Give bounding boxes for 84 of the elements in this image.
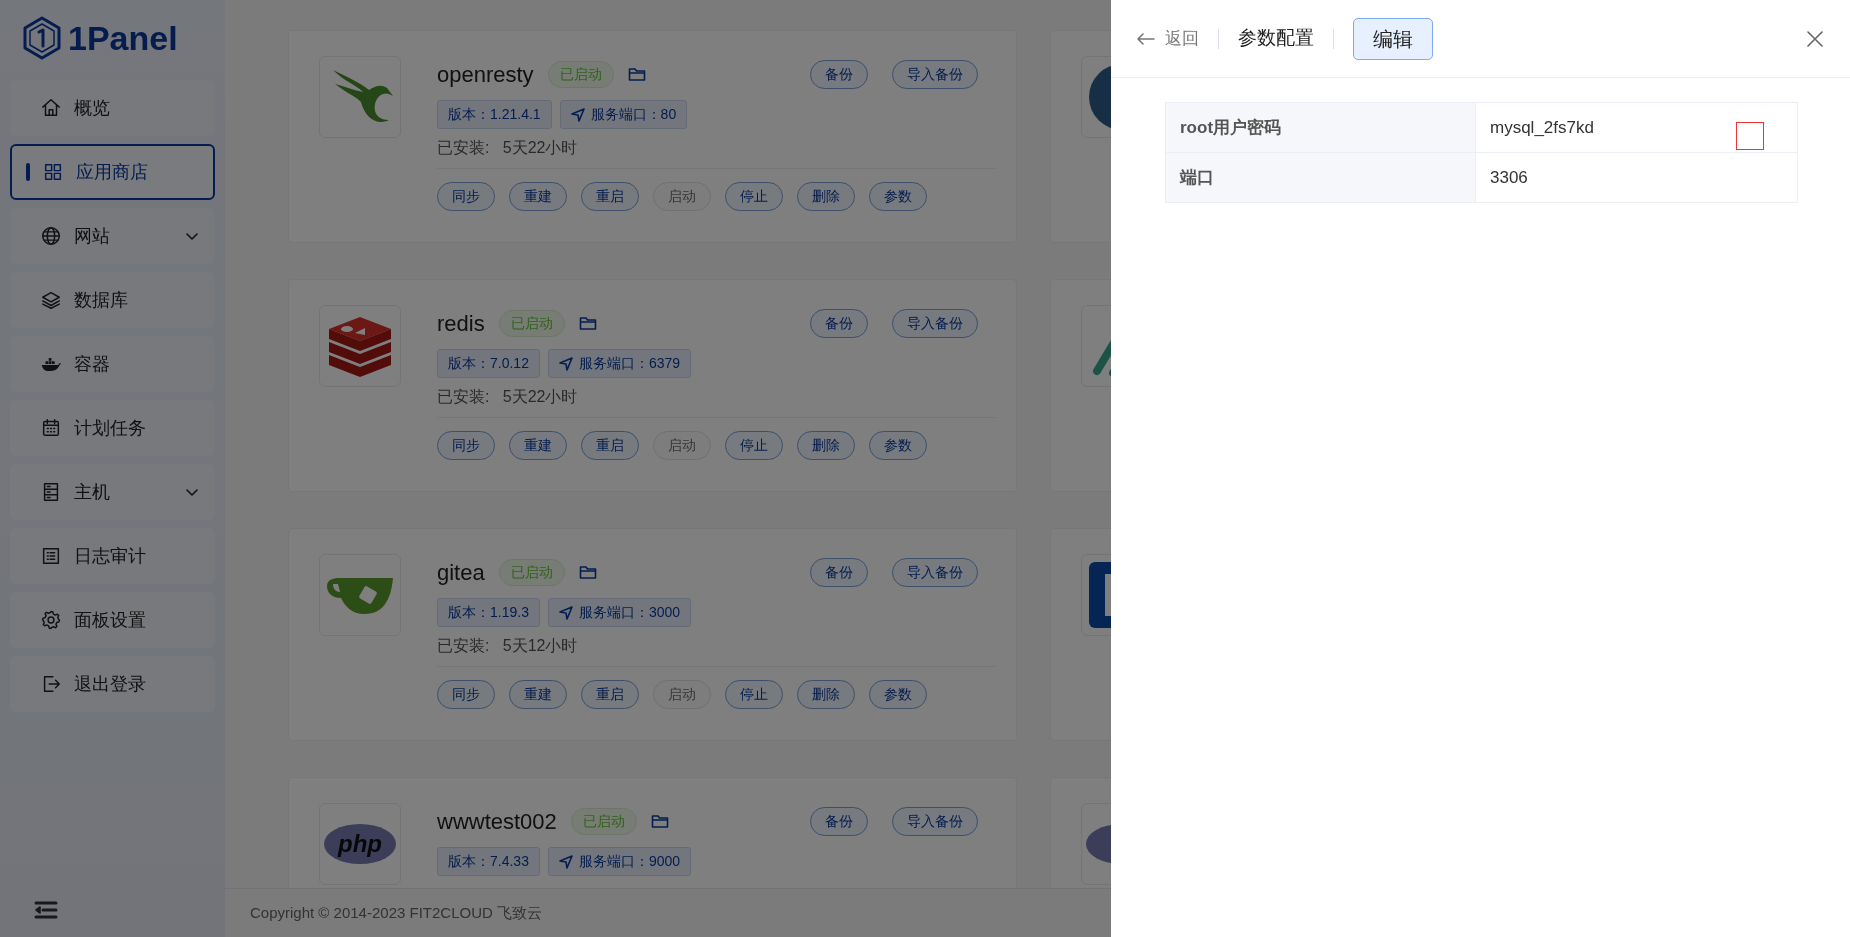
collapse-menu-icon[interactable]	[34, 899, 58, 920]
folder-icon[interactable]	[627, 66, 646, 82]
navigation-arrow-icon	[558, 356, 573, 371]
home-icon	[40, 97, 62, 119]
param-value: 3306	[1475, 152, 1798, 203]
action-button[interactable]: 同步	[437, 680, 495, 709]
port-tag: 服务端口：80	[559, 100, 688, 129]
action-button[interactable]: 参数	[869, 680, 927, 709]
version-tag: 版本：1.21.4.1	[437, 100, 552, 129]
copyright-text: Copyright © 2014-2023 FIT2CLOUD 飞致云	[250, 902, 542, 923]
status-tag: 已启动	[498, 309, 565, 337]
sidebar-item[interactable]: 计划任务	[10, 400, 215, 456]
sidebar-item[interactable]: 容器	[10, 336, 215, 392]
param-value: mysql_2fs7kd	[1475, 102, 1798, 153]
app-name: openresty	[437, 60, 534, 89]
grid-icon	[42, 161, 64, 183]
action-button[interactable]: 备份	[810, 59, 868, 89]
action-button[interactable]: 重启	[581, 680, 639, 709]
calendar-icon	[40, 417, 62, 439]
sidebar-item[interactable]: 应用商店	[10, 144, 215, 200]
action-button[interactable]: 停止	[725, 431, 783, 460]
action-button[interactable]: 重建	[509, 680, 567, 709]
action-button[interactable]: 停止	[725, 680, 783, 709]
action-button[interactable]: 参数	[869, 431, 927, 460]
action-button[interactable]: 重启	[581, 182, 639, 211]
action-button[interactable]: 删除	[797, 182, 855, 211]
sidebar-item[interactable]: 网站	[10, 208, 215, 264]
globe-icon	[40, 225, 62, 247]
drawer-title: 参数配置	[1238, 26, 1314, 51]
action-button[interactable]: 导入备份	[892, 557, 978, 587]
marker-square	[1736, 122, 1764, 150]
arrow-left-icon	[1137, 31, 1155, 46]
action-button[interactable]: 删除	[797, 680, 855, 709]
app-name: gitea	[437, 558, 485, 587]
param-label: root用户密码	[1165, 102, 1476, 153]
installed-duration: 已安装: 5天22小时	[437, 387, 579, 407]
param-label: 端口	[1165, 152, 1476, 203]
action-button[interactable]: 重建	[509, 431, 567, 460]
app-name: redis	[437, 309, 485, 338]
action-button[interactable]: 导入备份	[892, 308, 978, 338]
logo-text: 1Panel	[68, 21, 178, 55]
back-link[interactable]: 返回	[1137, 25, 1199, 52]
action-button[interactable]: 参数	[869, 182, 927, 211]
sidebar-item[interactable]: 主机	[10, 464, 215, 520]
action-button[interactable]: 备份	[810, 806, 868, 836]
action-button[interactable]: 重建	[509, 182, 567, 211]
action-button[interactable]: 导入备份	[892, 806, 978, 836]
action-button[interactable]: 备份	[810, 557, 868, 587]
sidebar-item[interactable]: 数据库	[10, 272, 215, 328]
version-tag: 版本：7.0.12	[437, 349, 540, 378]
status-tag: 已启动	[547, 60, 614, 88]
close-button[interactable]	[1806, 28, 1824, 49]
app-name: wwwtest002	[437, 807, 557, 836]
port-tag: 服务端口：3000	[547, 598, 692, 627]
version-tag: 版本：7.4.33	[437, 847, 540, 876]
edit-button[interactable]: 编辑	[1353, 17, 1433, 60]
action-button[interactable]: 备份	[810, 308, 868, 338]
folder-icon[interactable]	[578, 564, 597, 580]
status-tag: 已启动	[498, 558, 565, 586]
list-icon	[40, 545, 62, 567]
action-button[interactable]: 删除	[797, 431, 855, 460]
port-tag: 服务端口：6379	[547, 349, 692, 378]
folder-icon[interactable]	[578, 315, 597, 331]
php-logo: php	[324, 824, 396, 864]
hexagon-logo-icon	[22, 16, 62, 60]
version-tag: 版本：1.19.3	[437, 598, 540, 627]
sidebar-item[interactable]: 面板设置	[10, 592, 215, 648]
action-button[interactable]: 同步	[437, 431, 495, 460]
action-button[interactable]: 同步	[437, 182, 495, 211]
port-tag: 服务端口：9000	[547, 847, 692, 876]
status-tag: 已启动	[570, 807, 637, 835]
navigation-arrow-icon	[570, 107, 585, 122]
sidebar-item[interactable]: 日志审计	[10, 528, 215, 584]
folder-icon[interactable]	[650, 813, 669, 829]
navigation-arrow-icon	[558, 854, 573, 869]
layers-icon	[40, 289, 62, 311]
sidebar-item[interactable]: 退出登录	[10, 656, 215, 712]
action-button[interactable]: 重启	[581, 431, 639, 460]
action-button[interactable]: 导入备份	[892, 59, 978, 89]
navigation-arrow-icon	[558, 605, 573, 620]
action-button[interactable]: 停止	[725, 182, 783, 211]
installed-duration: 已安装: 5天22小时	[437, 138, 579, 158]
installed-duration: 已安装: 5天12小时	[437, 636, 579, 656]
settings-icon	[40, 609, 62, 631]
